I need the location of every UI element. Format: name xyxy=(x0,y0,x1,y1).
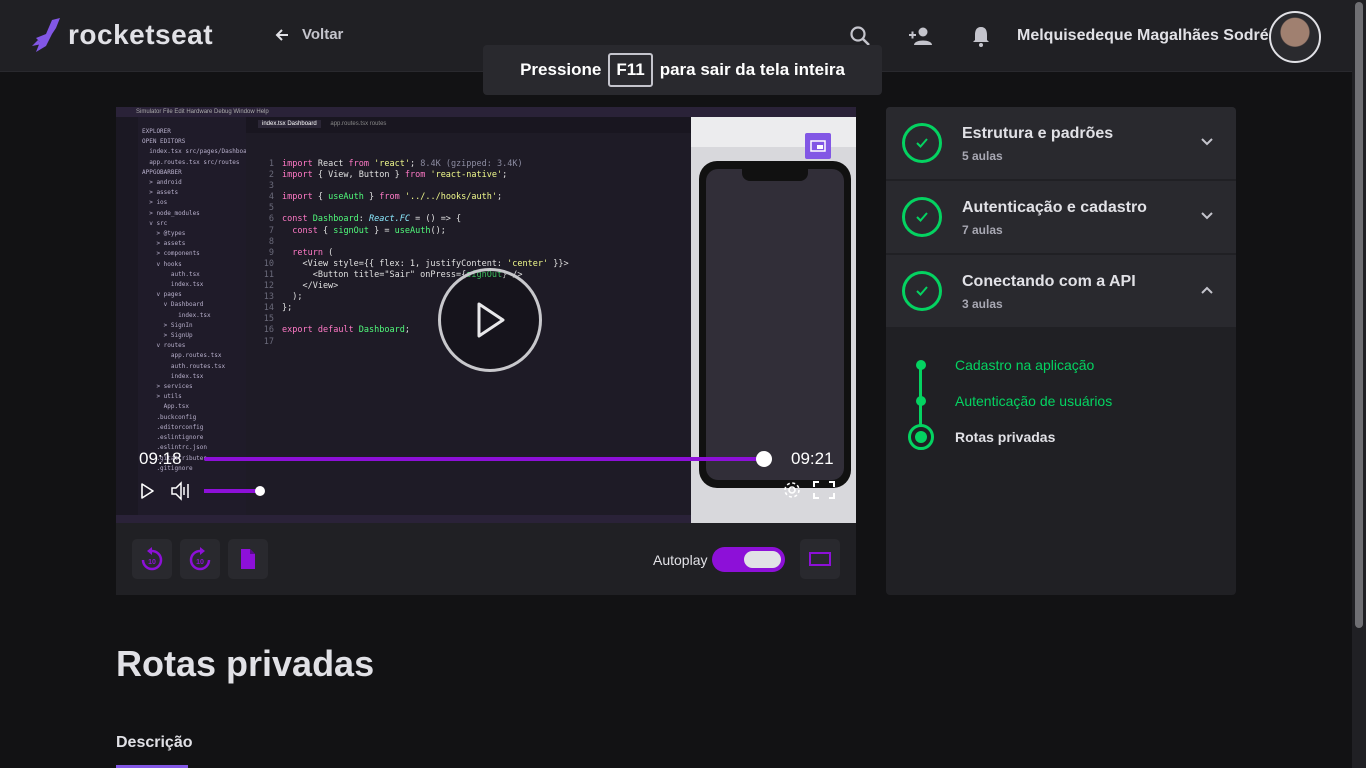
svg-text:10: 10 xyxy=(196,559,204,566)
progress-bar[interactable] xyxy=(204,457,772,461)
check-circle-icon xyxy=(902,123,942,163)
logo-text: rocketseat xyxy=(68,19,214,50)
fullscreen-icon[interactable] xyxy=(813,481,835,499)
video-frame-tab-active: index.tsx Dashboard xyxy=(258,120,321,128)
module-subtitle: 7 aulas xyxy=(962,223,1003,237)
progress-fill xyxy=(204,457,761,461)
autoplay-toggle[interactable] xyxy=(712,547,785,572)
svg-text:10: 10 xyxy=(148,559,156,566)
lesson-current-ring xyxy=(908,424,934,450)
video-toolbar: 10 10 Autoplay xyxy=(116,523,856,595)
toast-prefix: Pressione xyxy=(520,60,602,79)
current-time: 09:18 xyxy=(139,449,182,468)
autoplay-label: Autoplay xyxy=(653,552,708,568)
bell-icon[interactable] xyxy=(969,24,993,48)
back-label: Voltar xyxy=(302,26,344,43)
toast-suffix: para sair da tela inteira xyxy=(659,60,845,79)
code-line: 1 import React from 'react'; 8.4K (gzippe… xyxy=(268,159,523,169)
chevron-up-icon xyxy=(1201,286,1213,294)
module-subtitle: 3 aulas xyxy=(962,297,1003,311)
module-title: Autenticação e cadastro xyxy=(962,199,1147,216)
rewind-10-button[interactable]: 10 xyxy=(132,539,172,579)
materials-button[interactable] xyxy=(228,539,268,579)
arrow-left-icon xyxy=(275,28,288,41)
lesson-dot xyxy=(916,360,926,370)
code-line: 7 const { signOut } = useAuth(); xyxy=(268,225,446,236)
volume-icon[interactable] xyxy=(170,481,192,501)
module-item[interactable]: Conectando com a API 3 aulas xyxy=(886,255,1236,327)
module-subtitle: 5 aulas xyxy=(962,149,1003,163)
rocketseat-logo[interactable]: rocketseat xyxy=(30,16,213,54)
code-line: 2 import { View, Button } from 'react-nat… xyxy=(268,170,508,181)
code-line: 3 xyxy=(268,181,274,192)
lesson-title: Rotas privadas xyxy=(955,429,1056,445)
rewind-10-icon: 10 xyxy=(141,547,163,571)
chevron-down-icon xyxy=(1201,138,1213,146)
progress-knob[interactable] xyxy=(756,451,772,467)
play-icon xyxy=(477,302,505,338)
lesson-dot xyxy=(916,396,926,406)
course-sidebar: Estrutura e padrões 5 aulas Autenticação… xyxy=(886,107,1236,595)
video-frame-phone-screen xyxy=(706,169,844,480)
toast-key: F11 xyxy=(608,53,653,87)
chevron-down-icon xyxy=(1201,212,1213,220)
avatar[interactable] xyxy=(1269,11,1321,63)
tab-description[interactable]: Descrição xyxy=(116,734,193,752)
theater-mode-icon xyxy=(809,552,831,566)
add-user-icon[interactable] xyxy=(909,24,933,48)
video-frame-activity-bar xyxy=(116,117,138,515)
file-icon xyxy=(241,549,255,569)
volume-fill xyxy=(204,489,260,493)
video-frame-phone-notch xyxy=(742,169,808,181)
video-player[interactable]: Simulator File Edit Hardware Debug Windo… xyxy=(116,107,856,523)
module-item[interactable]: Estrutura e padrões 5 aulas xyxy=(886,107,1236,179)
small-play-icon[interactable] xyxy=(139,483,155,499)
settings-gear-icon[interactable] xyxy=(783,481,801,499)
video-frame-statusbar xyxy=(116,515,691,523)
code-line: 5 xyxy=(268,203,274,214)
video-frame-tab-inactive: app.routes.tsx routes xyxy=(330,121,387,127)
rocket-icon xyxy=(32,18,60,52)
page-scrollbar[interactable] xyxy=(1352,0,1366,768)
pip-icon xyxy=(810,140,826,152)
check-circle-icon xyxy=(902,197,942,237)
video-frame-menubar: Simulator File Edit Hardware Debug Windo… xyxy=(116,107,856,117)
video-frame-tabs: index.tsx Dashboard app.routes.tsx route… xyxy=(246,117,691,133)
forward-10-icon: 10 xyxy=(189,547,211,571)
video-frame-sim-toolbar xyxy=(691,117,856,147)
module-title: Estrutura e padrões xyxy=(962,125,1114,142)
big-play-button[interactable] xyxy=(438,268,542,372)
code-line: 8 xyxy=(268,236,274,247)
module-title: Conectando com a API xyxy=(962,273,1136,290)
theater-mode-button[interactable] xyxy=(800,539,840,579)
lesson-item[interactable]: Autenticação de usuários xyxy=(886,389,1236,413)
forward-10-button[interactable]: 10 xyxy=(180,539,220,579)
code-line: 6 const Dashboard: React.FC = () => { xyxy=(268,214,462,225)
duration: 09:21 xyxy=(791,449,834,468)
module-item[interactable]: Autenticação e cadastro 7 aulas xyxy=(886,181,1236,253)
lesson-title: Autenticação de usuários xyxy=(955,393,1113,409)
lesson-item-active[interactable]: Rotas privadas xyxy=(886,424,1236,450)
code-line: 9 return ( xyxy=(268,247,334,258)
lesson-title: Cadastro na aplicação xyxy=(955,357,1095,373)
fullscreen-toast: Pressione F11 para sair da tela inteira xyxy=(483,45,882,95)
check-circle-icon xyxy=(902,271,942,311)
volume-slider[interactable] xyxy=(204,489,260,493)
back-button[interactable]: Voltar xyxy=(274,26,343,43)
video-frame-phone xyxy=(699,161,851,488)
code-line: 10 <View style={{ flex: 1, justifyConten… xyxy=(263,258,569,269)
scrollbar-thumb[interactable] xyxy=(1355,2,1363,628)
code-line: 4 import { useAuth } from '../../hooks/au… xyxy=(268,192,503,203)
picture-in-picture-button[interactable] xyxy=(805,133,831,159)
lesson-item[interactable]: Cadastro na aplicação xyxy=(886,353,1236,377)
volume-knob[interactable] xyxy=(255,486,265,496)
autoplay-toggle-knob xyxy=(744,551,781,568)
user-name[interactable]: Melquisedeque Magalhães Sodré xyxy=(1017,27,1269,45)
page-title: Rotas privadas xyxy=(116,643,375,684)
